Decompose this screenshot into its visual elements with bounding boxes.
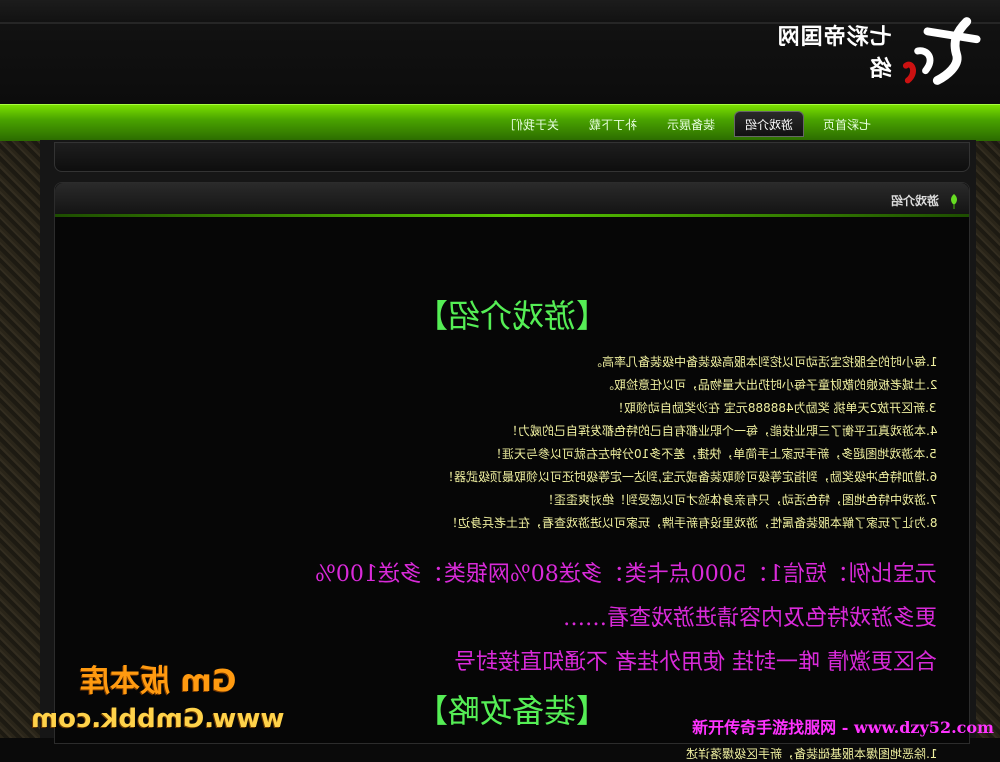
nav-item-patch-download[interactable]: 补丁下载 [578,111,648,137]
list-item: 1.每小时的全服挖宝活动可以挖到本服高级装备中级装备几率高。 [589,355,937,369]
site-header: 七彩帝国网络 [0,0,1000,104]
watermark-gmbbk: Gm 版本库 www.Gmbbk.com [8,656,308,734]
logo-text: 七彩帝国网络 [776,25,892,82]
list-item: 3.新区开放2天单挑 奖励为488888元宝 在沙奖励自动领取！ [612,401,937,415]
nav-items: 关于我们 补丁下载 装备展示 游戏介绍 七彩首页 [500,111,882,137]
list-item: 7.游戏中特色地图，特色活动，只有亲身体验才可以感受到！绝对爽歪歪！ [541,493,937,507]
nav-item-equipment[interactable]: 装备展示 [656,111,726,137]
left-texture [0,140,40,738]
list-item: 2.土城老板娘的散财童子每小时扔出大量物品，可以任意捡取。 [601,378,937,392]
calligraphy-logo-icon [902,17,981,85]
nav-item-game-intro[interactable]: 游戏介绍 [734,111,804,137]
site-logo[interactable]: 七彩帝国网络 [756,8,986,94]
list-item: 5.本游戏地图超多，新手玩家上手简单，快捷，差不多10分钟左右就可以参与天涯！ [490,447,937,461]
list-item: 4.本游戏真正平衡了三职业技能，每一个职业都有自己的特色都发挥自己的威力！ [505,424,937,438]
section-heading-intro: 【游戏介绍】 [415,297,608,335]
nav-item-home[interactable]: 七彩首页 [812,111,882,137]
sub-strip [54,142,970,172]
panel-header: 游戏介绍 [55,183,969,217]
main-frame: 游戏介绍 【游戏介绍】 1.每小时的全服挖宝活动可以挖到本服高级装备中级装备几率… [40,140,976,761]
list-item: 1.除恶地图爆本服基础装备，新手区级爆落详述 [685,747,937,761]
watermark-line2: www.Gmbbk.com [31,704,285,734]
watermark-dzy52: 新开传奇手游找服网 - www.dzy52.com [692,718,994,737]
panel-title: 游戏介绍 [890,194,939,208]
list-item: 6.增加特色冲级奖励，到指定等级可领取装备或元宝,到达一定等级时还可以领取最顶级… [441,470,937,484]
watermark-line1: Gm 版本库 [79,664,237,699]
promo-rules: 合区更激情 唯一封挂 使用外挂者 不通知直接封号 [454,650,937,675]
promo-ratio: 元宝比例：短信1：5000点卡类：多送80%网银类：多送100% [315,562,937,587]
promo-more: 更多游戏特色及内容请进游戏查看…… [562,606,937,631]
list-item: 8.为让了玩家了解本服装备属性，游戏里设有新手牌，玩家可以进游戏查看，在土老兵身… [445,516,937,530]
nav-item-about[interactable]: 关于我们 [500,111,570,137]
leaf-icon [951,194,957,209]
main-nav: 关于我们 补丁下载 装备展示 游戏介绍 七彩首页 [0,104,1000,141]
panel-header-line [55,214,969,217]
